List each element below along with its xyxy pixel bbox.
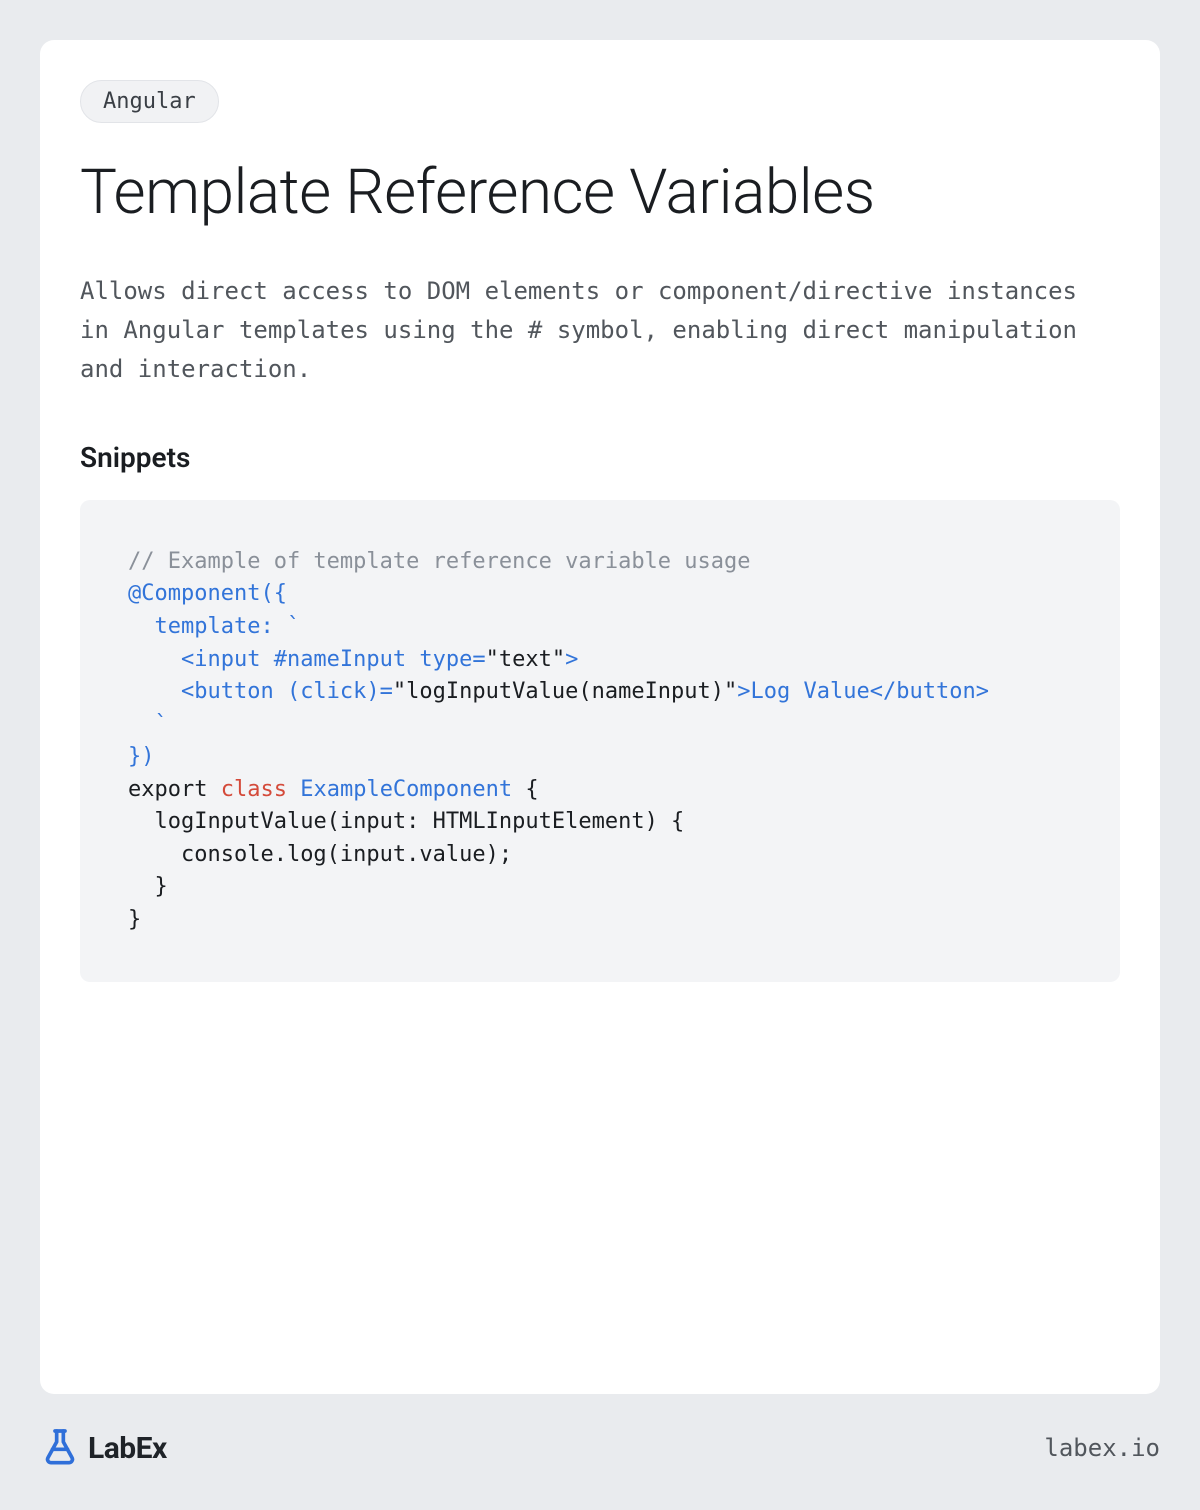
site-url: labex.io xyxy=(1044,1434,1160,1462)
code-class-keyword: class xyxy=(221,777,287,802)
code-comment: // Example of template reference variabl… xyxy=(128,549,751,574)
category-tag: Angular xyxy=(80,80,219,123)
content-card: Angular Template Reference Variables All… xyxy=(40,40,1160,1394)
flask-icon xyxy=(40,1426,80,1470)
code-decorator: @Component xyxy=(128,581,260,606)
brand-name: LabEx xyxy=(88,1431,167,1466)
footer: LabEx labex.io xyxy=(40,1394,1160,1470)
brand-logo: LabEx xyxy=(40,1426,167,1470)
page-title: Template Reference Variables xyxy=(80,157,1120,228)
code-snippet: // Example of template reference variabl… xyxy=(80,500,1120,983)
snippets-heading: Snippets xyxy=(80,441,1120,474)
description-text: Allows direct access to DOM elements or … xyxy=(80,272,1120,389)
code-class-name: ExampleComponent xyxy=(300,777,512,802)
